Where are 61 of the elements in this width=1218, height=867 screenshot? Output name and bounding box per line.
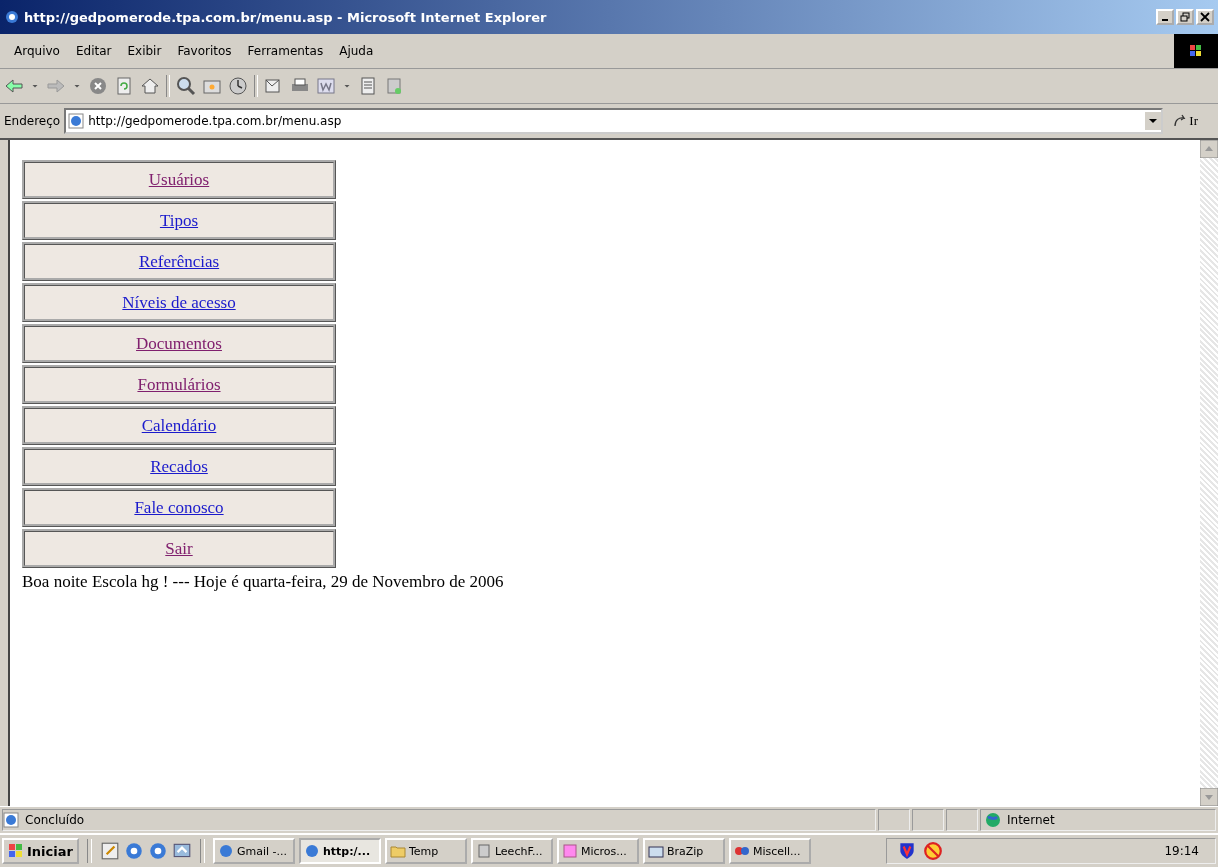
go-button[interactable]: Ir xyxy=(1167,113,1214,129)
taskbar-button[interactable]: Gmail -... xyxy=(212,838,295,864)
status-text: Concluído xyxy=(25,813,85,827)
taskbar-button[interactable]: Miscell... xyxy=(728,838,811,864)
back-arrow-icon[interactable] xyxy=(4,76,24,96)
ie-logo-icon[interactable] xyxy=(147,841,168,861)
search-icon[interactable] xyxy=(176,76,196,96)
menu-link[interactable]: Tipos xyxy=(159,210,199,231)
windows-logo-icon xyxy=(1174,34,1218,68)
close-icon xyxy=(1200,12,1210,22)
no-sign-icon xyxy=(923,841,943,861)
menu-item[interactable]: Ajuda xyxy=(331,42,382,60)
clock-icon[interactable] xyxy=(228,76,248,96)
curved-arrow-icon xyxy=(1173,114,1188,128)
taskbar-button[interactable]: LeechF... xyxy=(470,838,553,864)
clock-text: 19:14 xyxy=(1164,844,1199,858)
menu-link[interactable]: Formulários xyxy=(137,374,221,395)
notepad-icon[interactable] xyxy=(99,841,120,861)
minimize-button[interactable] xyxy=(1156,9,1174,25)
zone-text: Internet xyxy=(1007,813,1055,827)
menu-link[interactable]: Usuários xyxy=(148,169,210,190)
menu-item[interactable]: Editar xyxy=(67,42,120,60)
close-button[interactable] xyxy=(1196,9,1214,25)
menu-link[interactable]: Níveis de acesso xyxy=(122,292,236,313)
taskbar-button[interactable]: http:/... xyxy=(298,838,381,864)
ie-logo-icon xyxy=(4,9,20,25)
status-pane xyxy=(912,809,944,831)
address-field[interactable]: http://gedpomerode.tpa.com.br/menu.asp xyxy=(64,108,1164,134)
dropdown-caret-icon[interactable] xyxy=(1145,112,1162,130)
document-icon[interactable] xyxy=(316,76,336,96)
menu-item[interactable]: Ferramentas xyxy=(239,42,332,60)
window-title: http://gedpomerode.tpa.com.br/menu.asp - Microsoft Internet Explorer xyxy=(24,9,547,25)
restore-icon xyxy=(1180,12,1190,22)
menu-item[interactable]: Arquivo xyxy=(6,42,68,60)
greeting-text: Boa noite Escola hg ! --- Hoje é quarta-feira, 29 de Novembro de 2006 xyxy=(22,572,505,592)
menu-item[interactable]: Exibir xyxy=(119,42,170,60)
menu-link[interactable]: Calendário xyxy=(141,415,217,436)
status-pane xyxy=(946,809,978,831)
menu-link[interactable]: Fale conosco xyxy=(134,497,224,518)
menu-link[interactable]: Recados xyxy=(150,456,208,477)
menu-link[interactable]: Referências xyxy=(138,251,220,272)
taskbar-button[interactable]: Micros... xyxy=(556,838,639,864)
home-icon[interactable] xyxy=(140,76,160,96)
menu-link[interactable]: Documentos xyxy=(136,333,222,354)
minimize-icon xyxy=(1162,19,1168,21)
menu-link[interactable]: Sair xyxy=(165,538,193,559)
taskbar-button[interactable]: Temp xyxy=(384,838,467,864)
start-button[interactable]: Iniciar xyxy=(2,838,79,864)
address-label: Endereço xyxy=(4,114,61,128)
shield-icon xyxy=(897,841,917,861)
ie-logo-icon[interactable] xyxy=(123,841,144,861)
restore-button[interactable] xyxy=(1176,9,1194,25)
stop-icon[interactable] xyxy=(88,76,108,96)
globe-icon xyxy=(985,812,1001,828)
refresh-icon[interactable] xyxy=(114,76,134,96)
status-pane xyxy=(878,809,910,831)
menu-item[interactable]: Favoritos xyxy=(169,42,240,60)
folder-icon xyxy=(389,843,406,859)
taskbar-button[interactable]: BraZip xyxy=(642,838,725,864)
notepad-icon[interactable] xyxy=(358,76,378,96)
windows-logo-icon xyxy=(8,843,24,859)
